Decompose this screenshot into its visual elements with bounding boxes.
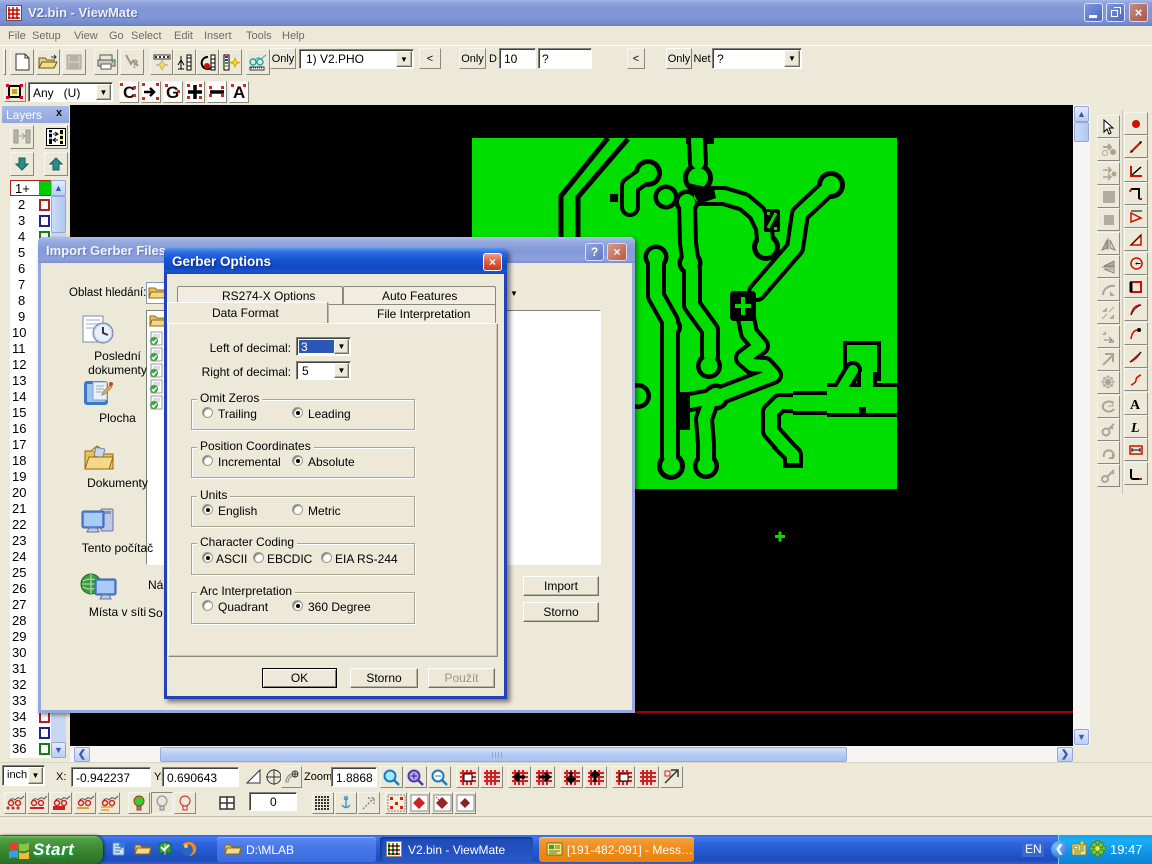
svg-text:C: C xyxy=(123,83,135,101)
svg-text:A: A xyxy=(1130,398,1141,411)
svg-text:L: L xyxy=(1130,421,1140,434)
svg-text:?: ? xyxy=(131,57,138,70)
